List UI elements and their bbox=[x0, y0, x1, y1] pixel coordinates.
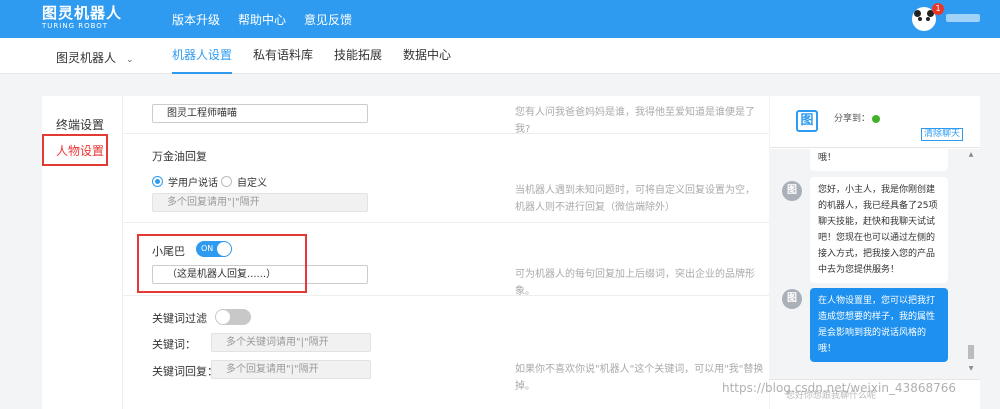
settings-content: 图灵工程师喵喵 您有人问我爸爸妈妈是谁，我得他至爱知道是谁便是了我? 万金油回复… bbox=[122, 96, 769, 409]
chat-panel: 图 分享到： 清除聊天 哦！ 图 您好，小主人，我是你刚创建的机器人，我已经具备… bbox=[770, 96, 980, 409]
share-to: 分享到： bbox=[834, 111, 881, 124]
scroll-up-icon[interactable]: ▲ bbox=[967, 151, 975, 158]
scroll-down-icon[interactable]: ▼ bbox=[967, 365, 975, 372]
fallback-label: 万金油回复 bbox=[152, 150, 207, 163]
highlight-box bbox=[137, 234, 307, 293]
keyword-reply-label: 关键词回复： bbox=[152, 365, 218, 378]
keyword-filter-label: 关键词过滤 bbox=[152, 312, 207, 325]
keyword-reply-input[interactable]: 多个回复请用"|"隔开 bbox=[211, 360, 371, 379]
user-avatar[interactable]: 1 bbox=[912, 3, 944, 31]
chat-message-bot: 哦！ bbox=[810, 149, 948, 171]
nav-upgrade[interactable]: 版本升级 bbox=[172, 11, 220, 28]
logo-subtext: TURING ROBOT bbox=[42, 22, 109, 30]
divider bbox=[123, 133, 769, 134]
clear-chat-button[interactable]: 清除聊天 bbox=[921, 128, 964, 141]
robot-selector[interactable]: 图灵机器人 ⌄ bbox=[56, 49, 134, 66]
robot-owner-input[interactable]: 图灵工程师喵喵 bbox=[152, 104, 368, 123]
highlight-box bbox=[42, 134, 108, 166]
settings-panel: 终端设置 人物设置 图灵工程师喵喵 您有人问我爸爸妈妈是谁，我得他至爱知道是谁便… bbox=[42, 96, 769, 409]
notification-badge: 1 bbox=[932, 3, 944, 15]
radio-mimic-user-label: 学用户说话 bbox=[168, 178, 218, 189]
username-redacted[interactable] bbox=[946, 14, 980, 22]
divider bbox=[123, 295, 769, 296]
keywords-input[interactable]: 多个关键词请用"|"隔开 bbox=[211, 333, 371, 352]
radio-custom[interactable]: 自定义 bbox=[221, 174, 267, 189]
turing-chat-logo-icon: 图 bbox=[796, 110, 818, 132]
chat-message-highlight: 在人物设置里，您可以把我打造成您想要的样子，我的属性是会影响到我的说话风格的哦！ bbox=[810, 288, 948, 362]
fallback-reply-input[interactable]: 多个回复请用"|"隔开 bbox=[152, 193, 368, 212]
radio-dot-selected bbox=[152, 176, 163, 187]
radio-mimic-user[interactable]: 学用户说话 bbox=[152, 174, 218, 189]
sub-nav: 图灵机器人 ⌄ 机器人设置 私有语料库 技能拓展 数据中心 bbox=[0, 38, 1000, 74]
bot-avatar-icon: 图 bbox=[782, 289, 802, 309]
keyword-filter-toggle[interactable] bbox=[215, 309, 251, 325]
toggle-knob bbox=[216, 310, 230, 324]
turing-logo[interactable]: 图灵机器人 TURING ROBOT bbox=[42, 6, 122, 30]
top-nav: 版本升级 帮助中心 意见反馈 bbox=[172, 0, 352, 38]
bot-avatar-icon: 图 bbox=[782, 181, 802, 201]
settings-tabs: 机器人设置 私有语料库 技能拓展 数据中心 bbox=[172, 38, 451, 74]
chat-scrollbar[interactable]: ▲ ▼ bbox=[967, 149, 975, 379]
watermark: https://blog.csdn.net/weixin_43868766 bbox=[722, 381, 957, 395]
top-bar: 图灵机器人 TURING ROBOT 版本升级 帮助中心 意见反馈 1 bbox=[0, 0, 1000, 38]
chat-message-bot: 您好，小主人，我是你刚创建的机器人，我已经具备了25项聊天技能，赶快和我聊天试试… bbox=[810, 177, 948, 283]
wechat-icon[interactable] bbox=[872, 114, 881, 123]
chat-messages[interactable]: 哦！ 图 您好，小主人，我是你刚创建的机器人，我已经具备了25项聊天技能，赶快和… bbox=[770, 149, 980, 379]
chevron-down-icon: ⌄ bbox=[126, 55, 134, 65]
share-label: 分享到： bbox=[834, 114, 871, 124]
side-item-terminal-settings[interactable]: 终端设置 bbox=[56, 116, 104, 133]
fallback-hint-1: 当机器人遇到未知问题时，可将自定义回复设置为空， bbox=[515, 185, 755, 196]
nav-feedback[interactable]: 意见反馈 bbox=[304, 11, 352, 28]
tab-robot-settings[interactable]: 机器人设置 bbox=[172, 38, 233, 74]
logo-text: 图灵机器人 bbox=[42, 4, 123, 22]
keywords-label: 关键词： bbox=[152, 338, 196, 351]
scroll-thumb[interactable] bbox=[968, 345, 974, 359]
tab-skill-extension[interactable]: 技能拓展 bbox=[334, 38, 382, 74]
radio-custom-label: 自定义 bbox=[237, 178, 267, 189]
tab-private-corpus[interactable]: 私有语料库 bbox=[253, 38, 313, 74]
tab-data-center[interactable]: 数据中心 bbox=[403, 38, 451, 74]
fallback-hint-2: 机器人则不进行回复（微信端除外） bbox=[515, 202, 675, 213]
robot-name: 图灵机器人 bbox=[56, 51, 117, 65]
radio-dot bbox=[221, 176, 232, 187]
divider bbox=[123, 222, 769, 223]
chat-header: 图 分享到： 清除聊天 bbox=[770, 96, 980, 148]
nav-help-center[interactable]: 帮助中心 bbox=[238, 11, 286, 28]
